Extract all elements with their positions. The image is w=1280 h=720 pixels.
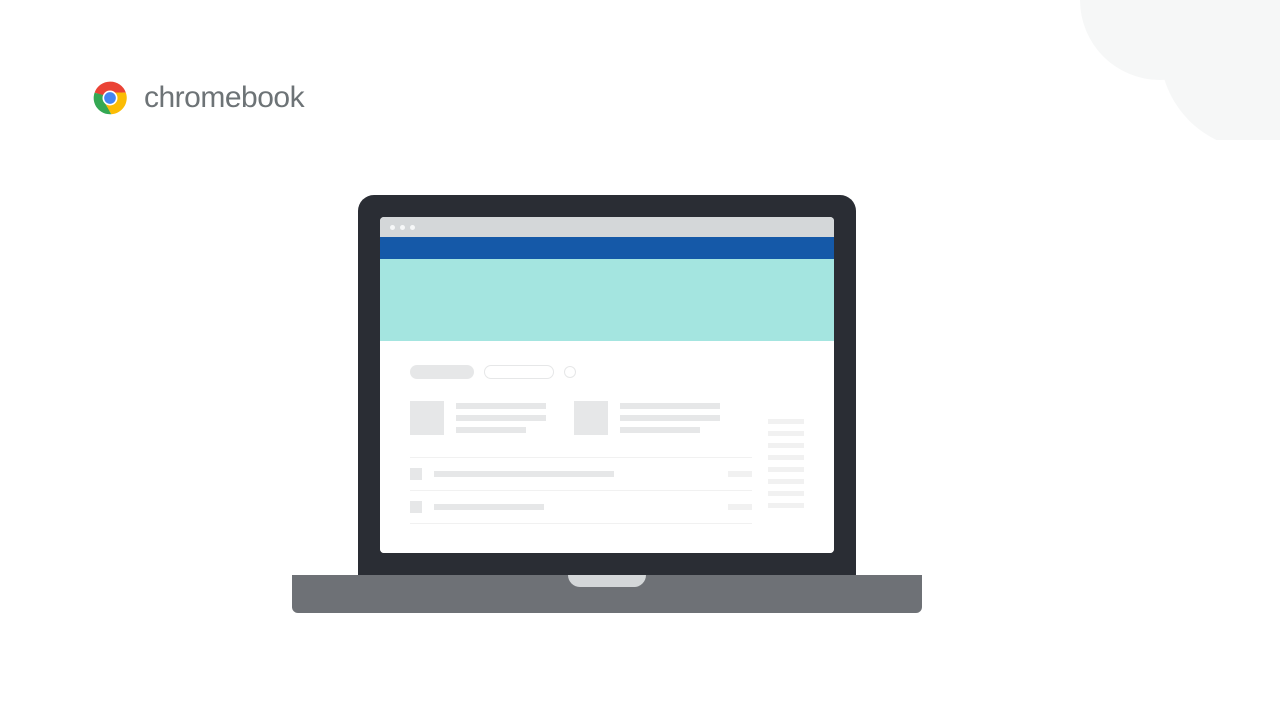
placeholder-line (768, 419, 804, 424)
browser-titlebar (380, 217, 834, 237)
toolbar-pill (410, 365, 474, 379)
row-icon (410, 468, 422, 480)
placeholder-line (456, 415, 546, 421)
placeholder-line (434, 504, 544, 510)
placeholder-line (768, 431, 804, 436)
content-card (410, 401, 546, 435)
placeholder-line (768, 467, 804, 472)
placeholder-line (768, 479, 804, 484)
toolbar-circle (564, 366, 576, 378)
placeholder-line (768, 491, 804, 496)
laptop-screen-bezel (358, 195, 856, 575)
placeholder-line (620, 415, 720, 421)
placeholder-line (768, 503, 804, 508)
card-text-lines (456, 401, 546, 435)
placeholder-line (456, 403, 546, 409)
placeholder-line (768, 443, 804, 448)
list-row (410, 458, 752, 491)
page-hero-banner (380, 259, 834, 341)
page-nav-bar (380, 237, 834, 259)
card-text-lines (620, 401, 720, 435)
card-row (410, 401, 752, 435)
placeholder-line (620, 427, 700, 433)
placeholder-line (768, 455, 804, 460)
list-row (410, 491, 752, 524)
laptop-notch (568, 575, 646, 587)
chrome-icon (90, 78, 130, 118)
laptop-illustration (358, 195, 922, 613)
toolbar-pill-outline (484, 365, 554, 379)
card-thumbnail (574, 401, 608, 435)
row-icon (410, 501, 422, 513)
cloud-decoration (980, 0, 1280, 140)
placeholder-line (456, 427, 526, 433)
main-column (410, 365, 752, 529)
placeholder-line (434, 471, 614, 477)
placeholder-line (620, 403, 720, 409)
placeholder-line (728, 471, 752, 477)
window-control-dot (400, 225, 405, 230)
content-toolbar (410, 365, 752, 379)
brand-name: chromebook (144, 81, 304, 115)
window-control-dot (410, 225, 415, 230)
laptop-base (292, 575, 922, 613)
window-control-dot (390, 225, 395, 230)
side-column (768, 365, 804, 529)
page-content (380, 341, 834, 553)
placeholder-line (728, 504, 752, 510)
brand-logo: chromebook (90, 78, 304, 118)
content-card (574, 401, 720, 435)
screen-content (380, 217, 834, 553)
card-thumbnail (410, 401, 444, 435)
list-rows (410, 457, 752, 524)
